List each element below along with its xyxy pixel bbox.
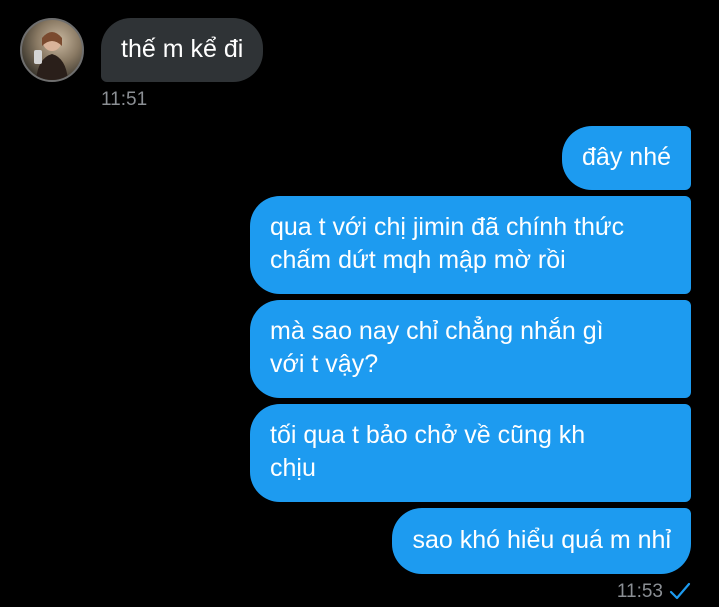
contact-avatar[interactable]: [20, 18, 84, 82]
outgoing-message-bubble[interactable]: đây nhé: [562, 126, 691, 190]
outgoing-message-bubble[interactable]: mà sao nay chỉ chẳng nhắn gì với t vậy?: [250, 300, 691, 398]
incoming-timestamp: 11:51: [101, 89, 148, 110]
outgoing-message-bubble[interactable]: qua t với chị jimin đã chính thức chấm d…: [250, 196, 691, 294]
outgoing-message-text: sao khó hiểu quá m nhỉ: [412, 526, 671, 554]
incoming-message-text: thế m kể đi: [121, 35, 244, 63]
check-icon: [669, 582, 691, 600]
outgoing-message-bubble[interactable]: tối qua t bảo chở về cũng kh chịu: [250, 404, 691, 502]
outgoing-message-text: đây nhé: [582, 143, 671, 171]
outgoing-message-line: chịu: [270, 454, 316, 482]
avatar-photo-icon: [34, 32, 68, 80]
outgoing-message-line: chấm dứt mqh mập mờ rồi: [270, 246, 566, 274]
outgoing-message-line: với t vậy?: [270, 350, 379, 378]
outgoing-message-bubble[interactable]: sao khó hiểu quá m nhỉ: [392, 508, 691, 574]
outgoing-message-line: qua t với chị jimin đã chính thức: [270, 213, 625, 241]
incoming-message-bubble[interactable]: thế m kể đi: [101, 18, 264, 82]
outgoing-message-line: tối qua t bảo chở về cũng kh: [270, 421, 586, 449]
outgoing-message-line: mà sao nay chỉ chẳng nhắn gì: [270, 317, 604, 345]
outgoing-timestamp: 11:53: [616, 581, 663, 602]
